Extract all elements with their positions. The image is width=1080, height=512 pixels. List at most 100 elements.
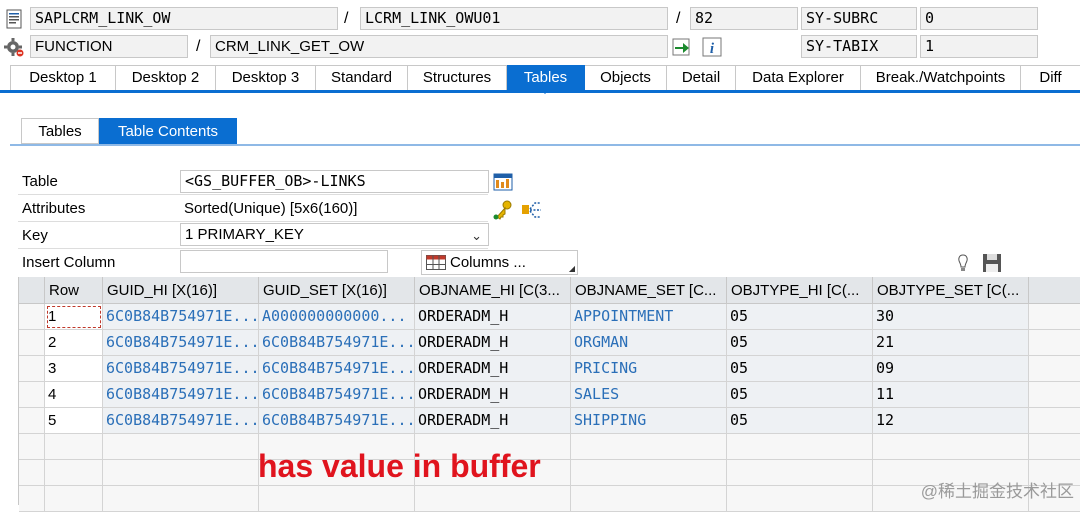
row-selector[interactable] [19,408,45,434]
empty-cell [103,460,259,486]
tab-data-explorer[interactable]: Data Explorer [736,65,861,90]
empty-cell [571,434,727,460]
row-selector[interactable] [19,486,45,512]
include-field[interactable]: LCRM_LINK_OWU01 [360,7,668,30]
cell-objtype-hi[interactable]: 05 [727,304,873,330]
insert-column-input[interactable] [180,250,388,273]
subtab-table-contents[interactable]: Table Contents [99,118,237,144]
row-selector[interactable] [19,460,45,486]
cell-row[interactable]: 1 [45,304,103,330]
subtab-tables[interactable]: Tables [21,118,99,144]
filler-cell [1029,330,1080,356]
cell-row[interactable]: 4 [45,382,103,408]
key-icon[interactable] [492,199,514,221]
cell-guid-hi[interactable]: 6C0B84B754971E... [103,382,259,408]
cell-guid-set[interactable]: 6C0B84B754971E... [259,330,415,356]
tab-objects[interactable]: Objects [585,65,667,90]
empty-cell [571,460,727,486]
var1-name-field[interactable]: SY-SUBRC [801,7,917,30]
cell-objtype-hi[interactable]: 05 [727,356,873,382]
save-icon[interactable] [981,252,1003,274]
empty-cell [103,434,259,460]
cell-objtype-hi[interactable]: 05 [727,382,873,408]
cell-objname-set[interactable]: PRICING [571,356,727,382]
key-select[interactable]: 1 PRIMARY_KEY ⌄ [180,223,489,246]
column-header-guid-set[interactable]: GUID_SET [X(16)] [259,277,415,304]
cell-objtype-set[interactable]: 12 [873,408,1029,434]
var1-value-field[interactable]: 0 [920,7,1038,30]
tab-tables[interactable]: Tables [507,65,585,90]
empty-cell [45,434,103,460]
cell-objtype-hi[interactable]: 05 [727,330,873,356]
empty-cell [259,486,415,512]
row-selector[interactable] [19,356,45,382]
column-header-objtype-hi[interactable]: OBJTYPE_HI [C(... [727,277,873,304]
cell-objtype-set[interactable]: 21 [873,330,1029,356]
columns-button[interactable]: Columns ... ◢ [421,250,578,275]
row-selector[interactable] [19,382,45,408]
cell-guid-set[interactable]: 6C0B84B754971E... [259,356,415,382]
column-header-objname-set[interactable]: OBJNAME_SET [C... [571,277,727,304]
var2-name-field[interactable]: SY-TABIX [801,35,917,58]
table-contents-grid: Row GUID_HI [X(16)] GUID_SET [X(16)] OBJ… [18,277,1080,512]
cell-objname-hi[interactable]: ORDERADM_H [415,408,571,434]
annotation-text: has value in buffer [258,448,541,484]
column-header-guid-hi[interactable]: GUID_HI [X(16)] [103,277,259,304]
cell-row[interactable]: 5 [45,408,103,434]
tab-desktop-1[interactable]: Desktop 1 [11,65,116,90]
tab-detail[interactable]: Detail [667,65,736,90]
cell-objtype-set[interactable]: 09 [873,356,1029,382]
info-icon[interactable]: i [701,36,723,58]
navigate-icon[interactable] [671,36,693,58]
line-field[interactable]: 82 [690,7,798,30]
lightbulb-icon[interactable] [952,252,974,274]
cell-objname-hi[interactable]: ORDERADM_H [415,356,571,382]
var2-value-field[interactable]: 1 [920,35,1038,58]
cell-objname-hi[interactable]: ORDERADM_H [415,382,571,408]
cell-guid-set[interactable]: 6C0B84B754971E... [259,382,415,408]
tab-standard[interactable]: Standard [316,65,408,90]
hierarchy-icon[interactable] [521,199,543,221]
filler-cell [1029,356,1080,382]
cell-objname-set[interactable]: SHIPPING [571,408,727,434]
cell-objname-set[interactable]: SALES [571,382,727,408]
event-name-field[interactable]: CRM_LINK_GET_OW [210,35,668,58]
column-header-objtype-set[interactable]: OBJTYPE_SET [C(... [873,277,1029,304]
row-selector[interactable] [19,304,45,330]
cell-guid-hi[interactable]: 6C0B84B754971E... [103,408,259,434]
tab-diff[interactable]: Diff [1021,65,1080,90]
cell-objtype-hi[interactable]: 05 [727,408,873,434]
grid-corner[interactable] [19,277,45,304]
tab-structures[interactable]: Structures [408,65,507,90]
cell-objname-hi[interactable]: ORDERADM_H [415,330,571,356]
row-selector[interactable] [19,434,45,460]
separator: / [676,10,681,27]
cell-objname-set[interactable]: APPOINTMENT [571,304,727,330]
row-selector[interactable] [19,330,45,356]
cell-guid-hi[interactable]: 6C0B84B754971E... [103,304,259,330]
cell-guid-set[interactable]: A000000000000... [259,304,415,330]
column-header-objname-hi[interactable]: OBJNAME_HI [C(3... [415,277,571,304]
tab-break-watchpoints[interactable]: Break./Watchpoints [861,65,1021,90]
table-input[interactable]: <GS_BUFFER_OB>-LINKS [180,170,489,193]
cell-objname-set[interactable]: ORGMAN [571,330,727,356]
column-header-row[interactable]: Row [45,277,103,304]
tab-desktop-2[interactable]: Desktop 2 [116,65,216,90]
cell-guid-hi[interactable]: 6C0B84B754971E... [103,330,259,356]
cell-guid-set[interactable]: 6C0B84B754971E... [259,408,415,434]
event-type-field[interactable]: FUNCTION [30,35,188,58]
cell-row[interactable]: 3 [45,356,103,382]
cell-row[interactable]: 2 [45,330,103,356]
cell-objname-hi[interactable]: ORDERADM_H [415,304,571,330]
empty-cell [45,486,103,512]
attributes-label: Attributes [22,200,86,217]
tab-desktop-3[interactable]: Desktop 3 [216,65,316,90]
cell-objtype-set[interactable]: 11 [873,382,1029,408]
cell-guid-hi[interactable]: 6C0B84B754971E... [103,356,259,382]
program-field[interactable]: SAPLCRM_LINK_OW [30,7,338,30]
cell-objtype-set[interactable]: 30 [873,304,1029,330]
active-tab-pointer [539,88,551,94]
main-tab-bar: Desktop 1 Desktop 2 Desktop 3 Standard S… [10,65,1080,90]
empty-cell [415,486,571,512]
table-view-icon[interactable] [492,171,514,193]
